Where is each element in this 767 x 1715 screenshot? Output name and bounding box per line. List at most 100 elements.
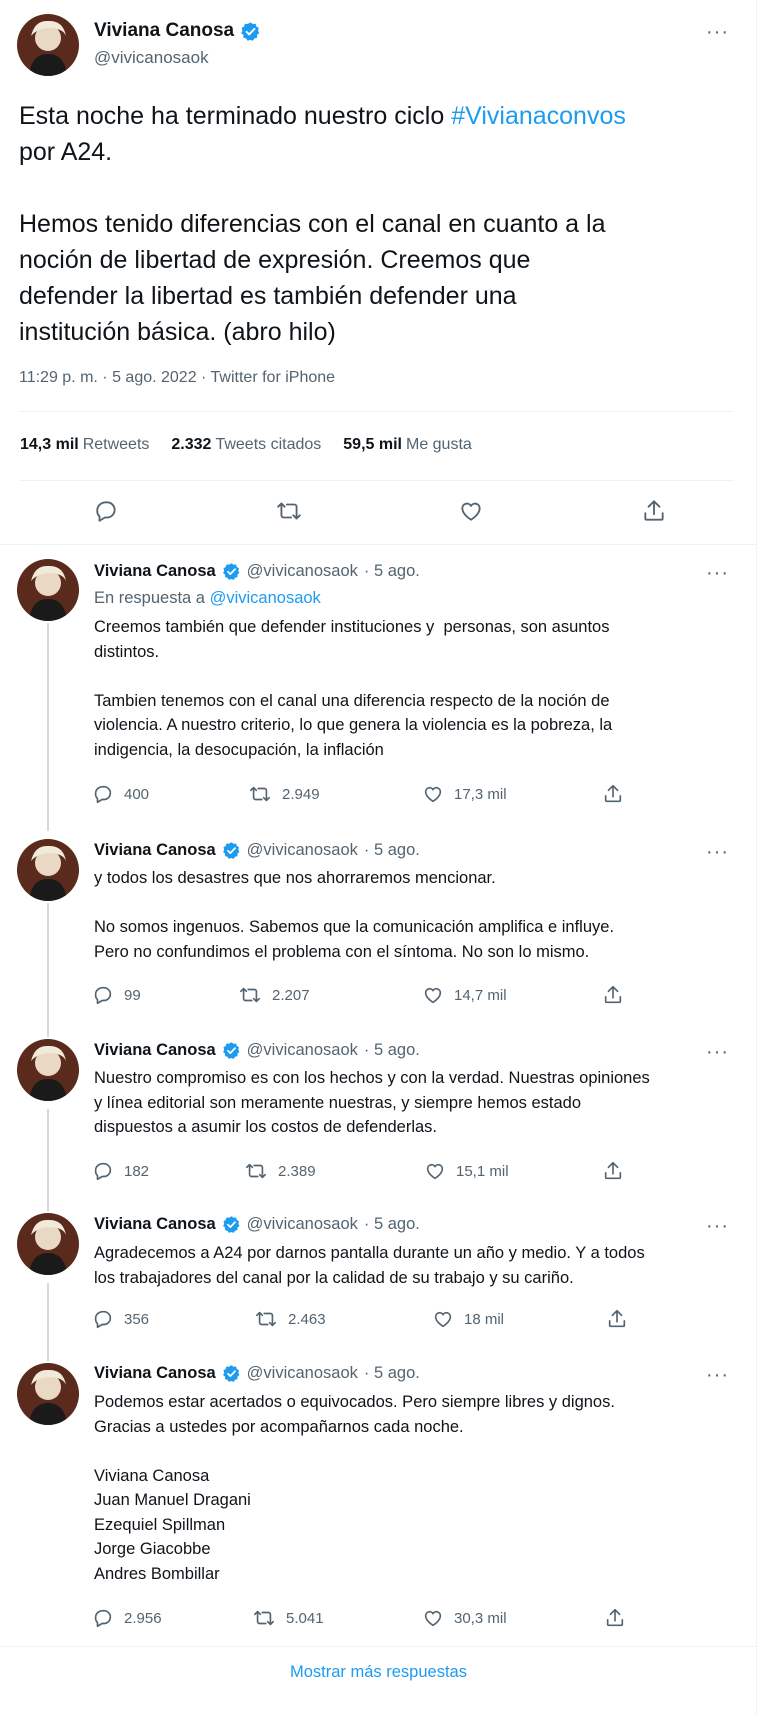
- likes-label: Me gusta: [405, 436, 472, 453]
- like-button[interactable]: 18 mil: [432, 1305, 504, 1333]
- hashtag-link[interactable]: #Vivianaconvos: [451, 102, 626, 130]
- reply-button[interactable]: 400: [92, 780, 149, 808]
- more-icon[interactable]: ···: [706, 1042, 729, 1062]
- avatar[interactable]: [17, 559, 79, 621]
- divider: [19, 411, 734, 412]
- retweet-icon: [244, 1160, 268, 1182]
- tweet-date[interactable]: · 5 ago.: [364, 1215, 420, 1234]
- reply-actions: 400 2.949 17,3 mil: [92, 780, 672, 808]
- avatar[interactable]: [17, 14, 79, 76]
- reply-count: 99: [124, 986, 141, 1004]
- tweet-actions: [90, 495, 670, 527]
- retweets-stat[interactable]: 14,3 mil Retweets: [20, 436, 149, 454]
- avatar[interactable]: [17, 1039, 79, 1101]
- author-name[interactable]: Viviana Canosa: [94, 20, 261, 42]
- share-button[interactable]: [606, 1305, 628, 1333]
- reply-header: Viviana Canosa @vivicanosaok · 5 ago.: [94, 562, 420, 581]
- like-button[interactable]: 14,7 mil: [422, 981, 507, 1009]
- reply-count: 2.956: [124, 1609, 162, 1627]
- replying-to-handle[interactable]: @vivicanosaok: [210, 589, 321, 607]
- share-icon: [602, 1160, 624, 1182]
- reply-count: 356: [124, 1310, 150, 1328]
- share-button[interactable]: [602, 1157, 624, 1185]
- author-handle[interactable]: @vivicanosaok: [94, 48, 209, 68]
- more-icon[interactable]: ···: [706, 1365, 729, 1385]
- tweet-text-part: Esta noche ha terminado nuestro ciclo: [19, 102, 452, 130]
- more-icon[interactable]: ···: [706, 1216, 729, 1236]
- reply-actions: 182 2.389 15,1 mil: [92, 1157, 672, 1185]
- share-icon: [602, 984, 624, 1006]
- replying-to-label: En respuesta a: [94, 589, 210, 607]
- tweet-thread-panel: Viviana Canosa @vivicanosaok ··· Esta no…: [0, 0, 757, 1715]
- divider: [19, 480, 734, 481]
- like-icon: [422, 984, 444, 1006]
- share-button[interactable]: [602, 780, 624, 808]
- reply-header: Viviana Canosa @vivicanosaok · 5 ago.: [94, 841, 420, 860]
- quotes-stat[interactable]: 2.332 Tweets citados: [171, 436, 321, 454]
- likes-count: 59,5 mil: [343, 436, 402, 453]
- author-handle[interactable]: @vivicanosaok: [247, 562, 358, 581]
- author-name[interactable]: Viviana Canosa: [94, 1364, 216, 1383]
- avatar[interactable]: [17, 1213, 79, 1275]
- tweet-date[interactable]: · 5 ago.: [364, 1041, 420, 1060]
- like-button[interactable]: 17,3 mil: [422, 780, 507, 808]
- reply-button[interactable]: 182: [92, 1157, 149, 1185]
- like-icon[interactable]: [455, 495, 487, 527]
- reply-button[interactable]: 356: [92, 1305, 149, 1333]
- more-icon[interactable]: ···: [706, 842, 729, 862]
- more-icon[interactable]: ···: [706, 22, 729, 42]
- reply-icon: [92, 984, 114, 1006]
- retweet-button[interactable]: 2.389: [244, 1157, 316, 1185]
- verified-badge-icon: [222, 1041, 241, 1060]
- share-button[interactable]: [602, 981, 624, 1009]
- author-handle[interactable]: @vivicanosaok: [247, 841, 358, 860]
- retweets-count: 14,3 mil: [20, 436, 79, 453]
- reply-icon: [92, 1308, 114, 1330]
- avatar[interactable]: [17, 1363, 79, 1425]
- divider: [0, 544, 757, 545]
- retweet-button[interactable]: 2.207: [238, 981, 310, 1009]
- retweet-button[interactable]: 2.463: [254, 1305, 326, 1333]
- verified-badge-icon: [222, 1215, 241, 1234]
- reply-text: Agradecemos a A24 por darnos pantalla du…: [94, 1244, 645, 1287]
- retweet-icon[interactable]: [273, 495, 305, 527]
- author-name[interactable]: Viviana Canosa: [94, 1215, 216, 1234]
- avatar[interactable]: [17, 839, 79, 901]
- reply-header: Viviana Canosa @vivicanosaok · 5 ago.: [94, 1364, 420, 1383]
- retweet-button[interactable]: 5.041: [252, 1604, 324, 1632]
- reply-icon: [92, 1160, 114, 1182]
- reply-actions: 2.956 5.041 30,3 mil: [92, 1604, 672, 1632]
- reply-actions: 99 2.207 14,7 mil: [92, 981, 672, 1009]
- reply-icon[interactable]: [90, 495, 122, 527]
- author-handle[interactable]: @vivicanosaok: [247, 1041, 358, 1060]
- like-button[interactable]: 15,1 mil: [424, 1157, 509, 1185]
- author-name[interactable]: Viviana Canosa: [94, 1041, 216, 1060]
- tweet-text: Esta noche ha terminado nuestro ciclo #V…: [19, 98, 739, 350]
- tweet-date[interactable]: · 5 ago.: [364, 1364, 420, 1383]
- reply-button[interactable]: 2.956: [92, 1604, 162, 1632]
- likes-stat[interactable]: 59,5 mil Me gusta: [343, 436, 472, 454]
- author-name-text[interactable]: Viviana Canosa: [94, 20, 234, 42]
- share-icon[interactable]: [638, 495, 670, 527]
- tweet-date[interactable]: · 5 ago.: [364, 562, 420, 581]
- verified-badge-icon: [222, 562, 241, 581]
- author-handle[interactable]: @vivicanosaok: [247, 1215, 358, 1234]
- like-icon: [432, 1308, 454, 1330]
- author-handle[interactable]: @vivicanosaok: [247, 1364, 358, 1383]
- thread-line: [47, 903, 49, 1037]
- tweet-meta[interactable]: 11:29 p. m. · 5 ago. 2022 · Twitter for …: [19, 369, 335, 387]
- retweet-count: 2.463: [288, 1310, 326, 1328]
- reply-button[interactable]: 99: [92, 981, 141, 1009]
- like-count: 30,3 mil: [454, 1609, 507, 1627]
- more-icon[interactable]: ···: [706, 563, 729, 583]
- tweet-date[interactable]: · 5 ago.: [364, 841, 420, 860]
- reply-text: Creemos también que defender institucion…: [94, 618, 613, 759]
- reply-actions: 356 2.463 18 mil: [92, 1305, 672, 1333]
- share-button[interactable]: [604, 1604, 626, 1632]
- retweet-button[interactable]: 2.949: [248, 780, 320, 808]
- like-button[interactable]: 30,3 mil: [422, 1604, 507, 1632]
- show-more-replies-link[interactable]: Mostrar más respuestas: [0, 1663, 757, 1682]
- like-count: 14,7 mil: [454, 986, 507, 1004]
- author-name[interactable]: Viviana Canosa: [94, 562, 216, 581]
- author-name[interactable]: Viviana Canosa: [94, 841, 216, 860]
